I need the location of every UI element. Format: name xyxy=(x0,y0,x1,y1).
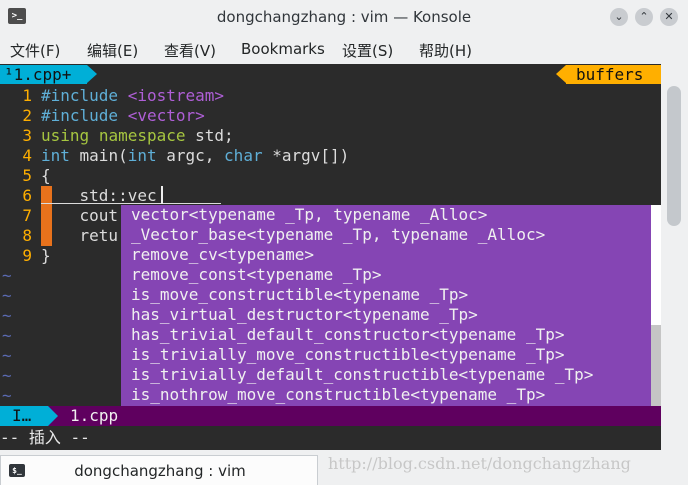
code-token: <vector> xyxy=(127,106,205,125)
tilde-marker: ~ xyxy=(2,326,12,345)
code-line[interactable]: 3 using namespace std; xyxy=(0,126,661,146)
code-line[interactable]: 2 #include <vector> xyxy=(0,106,661,126)
tilde-marker: ~ xyxy=(2,286,12,305)
close-button[interactable]: ✕ xyxy=(660,8,678,26)
code-text: cout xyxy=(41,206,119,226)
code-text: using namespace std; xyxy=(41,126,234,146)
mode-separator xyxy=(48,406,58,426)
completion-item[interactable]: vector<typename _Tp, typename _Alloc> xyxy=(131,205,487,225)
code-token: { xyxy=(41,166,51,185)
line-number: 4 xyxy=(22,146,32,165)
code-token: std; xyxy=(185,126,234,145)
code-token: int xyxy=(41,146,70,165)
chevron-down-icon: ⌄ xyxy=(614,10,624,23)
code-text: #include <vector> xyxy=(41,106,205,126)
code-line[interactable]: 5{ xyxy=(0,166,661,186)
completion-item[interactable]: is_move_constructible<typename _Tp> xyxy=(131,285,468,305)
code-token: <iostream> xyxy=(127,86,225,105)
menu-bookmarks[interactable]: Bookmarks xyxy=(241,40,325,58)
code-token: namespace xyxy=(98,126,186,145)
code-text: retu xyxy=(41,226,119,246)
vim-statusline: I… 1.cpp xyxy=(0,406,661,426)
menu-settings[interactable]: 设置(S) xyxy=(342,40,393,61)
code-token: argc, xyxy=(156,146,225,165)
terminal-scroll-thumb[interactable] xyxy=(667,86,681,226)
completion-item[interactable]: has_trivial_default_constructor<typename… xyxy=(131,325,564,345)
code-token: } xyxy=(41,246,51,265)
code-token: cout xyxy=(41,206,119,225)
completion-item[interactable]: is_trivially_move_constructible<typename… xyxy=(131,345,564,365)
tilde-marker: ~ xyxy=(2,366,12,385)
code-text: } xyxy=(41,246,51,266)
completion-item[interactable]: has_virtual_destructor<typename _Tp> xyxy=(131,305,478,325)
menu-file[interactable]: 文件(F) xyxy=(10,40,60,61)
terminal-scrollbar[interactable] xyxy=(661,64,688,450)
line-number: 3 xyxy=(22,126,32,145)
line-number: 6 xyxy=(22,186,32,205)
completion-scrollbar[interactable] xyxy=(651,205,661,425)
tab-separator xyxy=(87,65,97,83)
chevron-up-icon: ⌃ xyxy=(639,10,649,23)
tilde-marker: ~ xyxy=(2,386,12,405)
maximize-button[interactable]: ⌃ xyxy=(635,8,653,26)
completion-item[interactable]: is_trivially_default_constructible<typen… xyxy=(131,365,593,385)
mode-indicator: I… xyxy=(0,406,48,426)
statusline-filename: 1.cpp xyxy=(70,406,119,425)
code-token: using xyxy=(41,126,90,145)
window-titlebar[interactable]: >_ dongchangzhang : vim — Konsole ⌄ ⌃ ✕ xyxy=(0,0,688,34)
terminal-area[interactable]: ¹1.cpp+ buffers 1 #include <iostream> 2 #in… xyxy=(0,64,661,450)
line-number: 7 xyxy=(22,206,32,225)
cursorline xyxy=(41,203,221,204)
line-number: 5 xyxy=(22,166,32,185)
line-number: 1 xyxy=(22,86,32,105)
code-token: #include xyxy=(41,106,119,125)
completion-item[interactable]: remove_const<typename _Tp> xyxy=(131,265,381,285)
buffers-separator xyxy=(556,65,566,83)
konsole-tab[interactable]: $_ dongchangzhang : vim xyxy=(0,455,318,485)
code-token: int xyxy=(127,146,157,165)
code-token: char xyxy=(224,146,263,165)
completion-item[interactable]: is_nothrow_move_constructible<typename _… xyxy=(131,385,545,405)
tilde-marker: ~ xyxy=(2,306,12,325)
minimize-button[interactable]: ⌄ xyxy=(610,8,628,26)
indent-marker xyxy=(41,206,52,226)
code-text: { xyxy=(41,166,51,186)
line-number: 8 xyxy=(22,226,32,245)
code-token: main( xyxy=(69,146,128,165)
menu-edit[interactable]: 编辑(E) xyxy=(87,40,138,61)
completion-item[interactable]: remove_cv<typename> xyxy=(131,245,314,265)
code-text: #include <iostream> xyxy=(41,86,224,106)
menu-view[interactable]: 查看(V) xyxy=(164,40,216,61)
close-icon: ✕ xyxy=(664,10,674,23)
code-text: int main(int argc, char *argv[]) xyxy=(41,146,349,166)
code-line[interactable]: 4 int main(int argc, char *argv[]) xyxy=(0,146,661,166)
window-title: dongchangzhang : vim — Konsole xyxy=(216,8,472,26)
completion-popup[interactable]: vector<typename _Tp, typename _Alloc> _Ve… xyxy=(121,205,661,425)
indent-marker xyxy=(41,226,52,246)
completion-item[interactable]: _Vector_base<typename _Tp, typename _All… xyxy=(131,225,545,245)
code-line[interactable]: 1 #include <iostream> xyxy=(0,86,661,106)
tilde-marker: ~ xyxy=(2,346,12,365)
watermark: http://blog.csdn.net/dongchangzhang xyxy=(328,454,631,473)
line-number: 2 xyxy=(22,106,32,125)
menu-bar: 文件(F) 编辑(E) 查看(V) Bookmarks 设置(S) 帮助(H) xyxy=(0,34,688,64)
line-number: 9 xyxy=(22,246,32,265)
code-token: retu xyxy=(41,226,119,245)
menu-help[interactable]: 帮助(H) xyxy=(419,40,472,61)
vim-tab-active[interactable]: ¹1.cpp+ xyxy=(0,65,87,84)
buffers-label: buffers xyxy=(566,65,661,84)
code-token: *argv[]) xyxy=(262,146,350,165)
vim-tabline: ¹1.cpp+ buffers xyxy=(0,64,661,84)
text-cursor xyxy=(161,186,163,204)
konsole-tab-label: dongchangzhang : vim xyxy=(74,462,246,480)
tilde-marker: ~ xyxy=(2,266,12,285)
vim-command-line: -- 插入 -- xyxy=(0,428,90,447)
code-token: #include xyxy=(41,86,119,105)
